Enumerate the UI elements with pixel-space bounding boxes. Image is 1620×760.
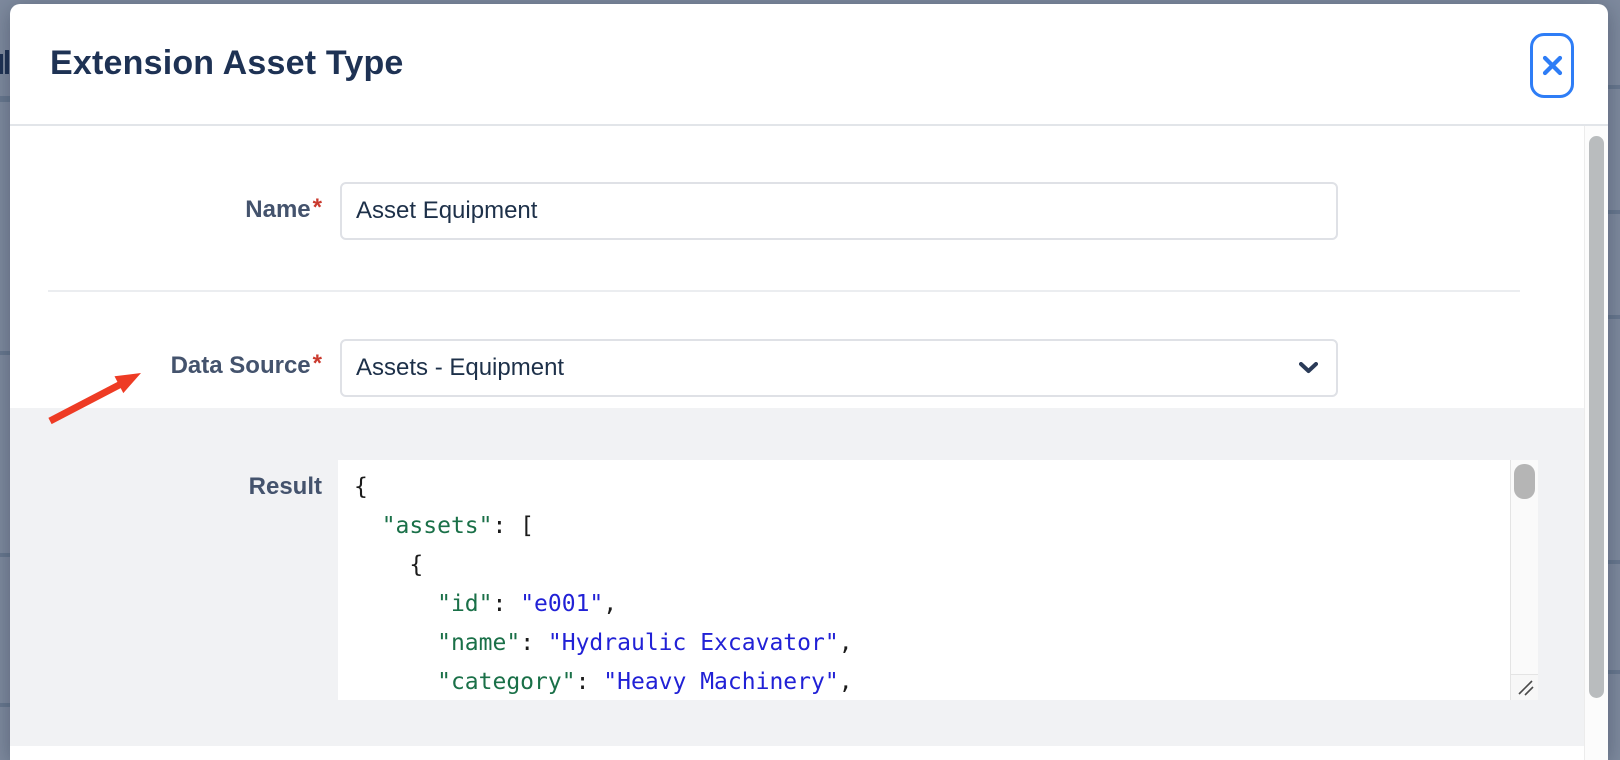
background-row-divider bbox=[0, 703, 10, 707]
background-row-divider bbox=[1608, 210, 1620, 214]
background-row-divider bbox=[0, 351, 10, 355]
resize-corner[interactable] bbox=[1510, 674, 1538, 700]
data-source-select[interactable]: Assets - Equipment bbox=[340, 339, 1338, 397]
resize-handle-icon bbox=[1517, 679, 1535, 697]
name-field-label: Name* bbox=[10, 195, 322, 225]
result-code-content: { "assets": [ { "id": "e001", "name": "H… bbox=[338, 460, 1510, 700]
required-asterisk: * bbox=[311, 350, 322, 377]
background-row-divider bbox=[1608, 560, 1620, 564]
result-label-text: Result bbox=[249, 473, 322, 500]
code-scrollbar-track[interactable] bbox=[1510, 460, 1538, 674]
background-text-fragment bbox=[0, 54, 3, 74]
dialog-scrollbar-track[interactable] bbox=[1584, 126, 1608, 760]
background-text-fragment bbox=[5, 50, 9, 74]
extension-asset-type-dialog: Extension Asset Type Name* Data Source* … bbox=[10, 4, 1608, 760]
chevron-down-icon bbox=[1299, 362, 1318, 374]
background-row-divider bbox=[1608, 670, 1620, 674]
dialog-header: Extension Asset Type bbox=[10, 4, 1608, 126]
background-row-divider bbox=[0, 553, 10, 557]
code-scrollbar-thumb[interactable] bbox=[1514, 464, 1535, 499]
data-source-field-label: Data Source* bbox=[10, 351, 322, 381]
background-row-divider bbox=[0, 96, 10, 102]
required-asterisk: * bbox=[311, 194, 322, 221]
dialog-title: Extension Asset Type bbox=[50, 44, 404, 83]
section-divider bbox=[48, 290, 1520, 292]
close-button[interactable] bbox=[1530, 33, 1574, 98]
dialog-scrollbar-thumb[interactable] bbox=[1589, 136, 1604, 698]
x-icon bbox=[1541, 54, 1564, 77]
name-input[interactable] bbox=[340, 182, 1338, 240]
page: { "dialog": { "title": "Extension Asset … bbox=[0, 0, 1620, 760]
result-code-editor[interactable]: { "assets": [ { "id": "e001", "name": "H… bbox=[338, 460, 1538, 700]
name-label-text: Name bbox=[245, 196, 310, 223]
result-field-label: Result bbox=[10, 472, 322, 502]
background-row-divider bbox=[1608, 85, 1620, 89]
background-row-divider bbox=[1608, 315, 1620, 319]
data-source-label-text: Data Source bbox=[171, 352, 311, 379]
data-source-selected-value: Assets - Equipment bbox=[356, 354, 564, 382]
